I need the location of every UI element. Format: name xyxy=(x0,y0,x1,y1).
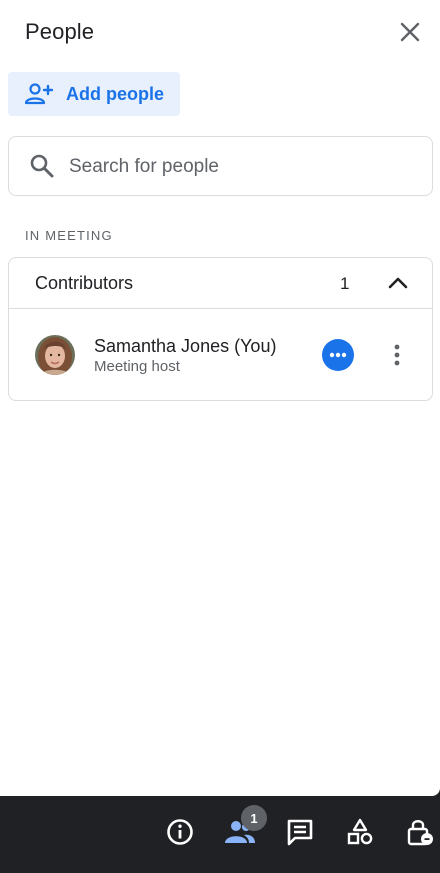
contributors-group-header[interactable]: Contributors 1 xyxy=(9,258,432,308)
section-label-in-meeting: IN MEETING xyxy=(25,228,113,243)
panel-title: People xyxy=(25,19,95,44)
search-box xyxy=(8,136,433,196)
search-icon xyxy=(30,154,54,178)
more-vert-button[interactable] xyxy=(385,339,409,371)
group-name: Contributors xyxy=(35,273,134,293)
host-controls-button[interactable] xyxy=(402,814,438,850)
contributors-group: Contributors 1 Samantha Jones (You) Meet… xyxy=(8,257,433,401)
host-controls-icon xyxy=(407,820,433,846)
more-vertical-icon xyxy=(394,344,400,366)
activities-icon xyxy=(347,818,373,845)
search-input[interactable] xyxy=(67,151,411,183)
info-icon xyxy=(167,819,193,845)
participant-name: Samantha Jones (You) xyxy=(94,336,277,356)
bottom-toolbar xyxy=(0,796,440,873)
people-count-badge: 1 xyxy=(241,805,267,831)
chat-icon xyxy=(287,819,313,846)
add-people-label: Add people xyxy=(66,84,164,104)
activities-button[interactable] xyxy=(342,814,378,850)
person-add-icon xyxy=(24,83,54,105)
group-count: 1 xyxy=(340,274,350,293)
participant-row: Samantha Jones (You) Meeting host xyxy=(9,309,432,399)
close-icon xyxy=(400,22,420,42)
participant-role: Meeting host xyxy=(94,358,180,375)
chevron-up-icon[interactable] xyxy=(383,268,413,298)
chat-button[interactable] xyxy=(282,814,318,850)
avatar[interactable] xyxy=(35,335,75,375)
participant-options-button[interactable] xyxy=(322,339,354,371)
close-button[interactable] xyxy=(394,16,426,48)
meeting-details-button[interactable] xyxy=(162,814,198,850)
more-horizontal-icon xyxy=(329,352,347,358)
people-panel: People Add people IN MEETING Contributor… xyxy=(0,0,440,796)
panel-header: People xyxy=(0,0,440,64)
add-people-button[interactable]: Add people xyxy=(8,72,180,116)
